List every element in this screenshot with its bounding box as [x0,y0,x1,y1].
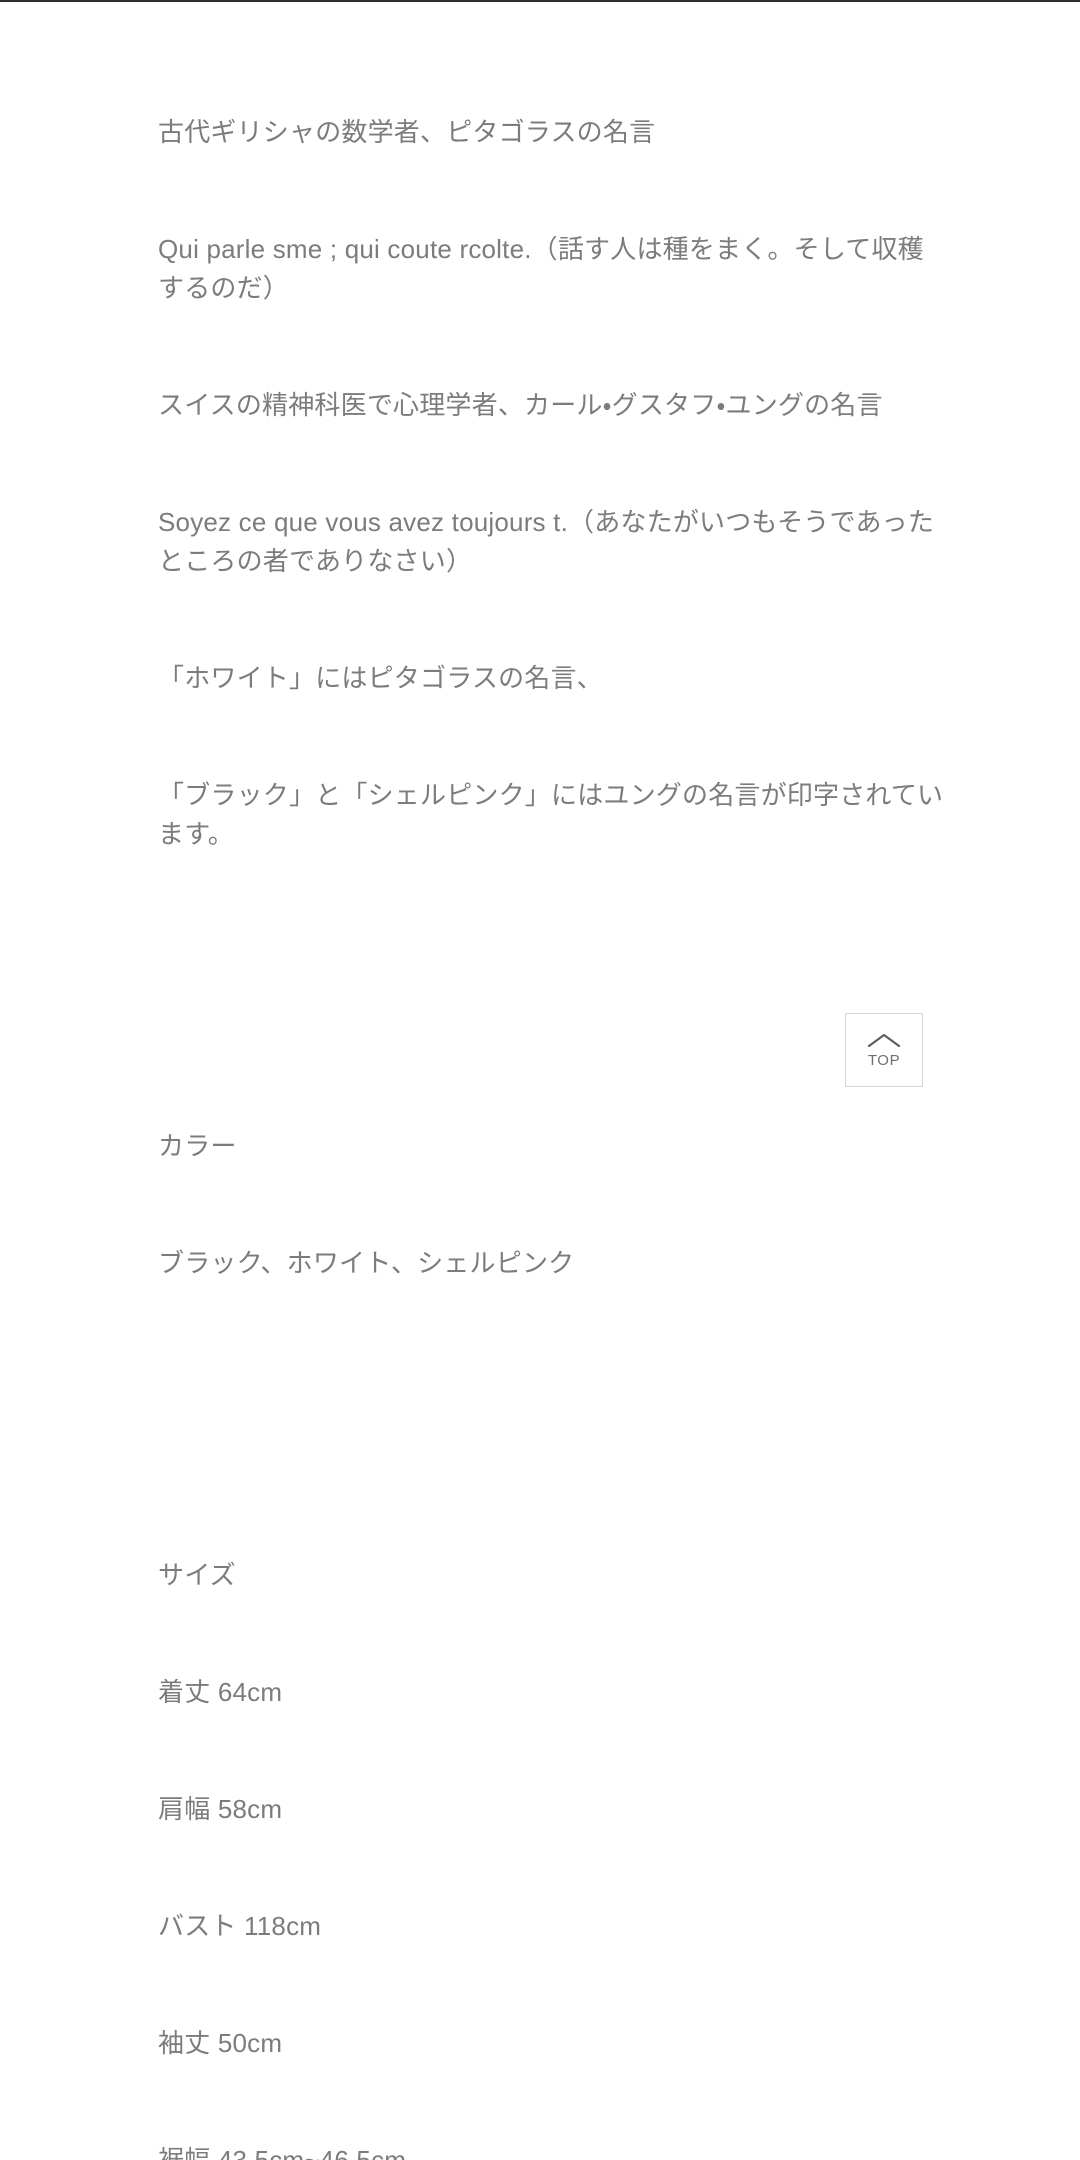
back-to-top-label: TOP [867,1051,901,1069]
size-measurement-bust: バスト 118cm [158,1911,322,1941]
print-note-white-line: 「ホワイト」にはピタゴラスの名言、 [158,663,603,693]
pythagoras-attribution-line: 古代ギリシャの数学者、ピタゴラスの名言 [158,117,656,147]
spacer-before-color [158,971,948,1010]
color-section-heading: カラー [158,1131,237,1161]
product-description-page: 古代ギリシャの数学者、ピタゴラスの名言 Qui parle sme ; qui … [0,0,1080,2160]
pythagoras-quote-line: Qui parle sme ; qui coute rcolte.（話す人は種を… [158,234,924,303]
size-measurement-hem-width: 裾幅 43.5cm~46.5cm [158,2145,407,2160]
back-to-top-button[interactable]: TOP [845,1013,923,1087]
size-measurement-shoulder-width: 肩幅 58cm [158,1794,283,1824]
jung-quote-line: Soyez ce que vous avez toujours t.（あなたがい… [158,507,935,576]
chevron-up-icon [867,1032,901,1048]
color-section-values: ブラック、ホワイト、シェルピンク [158,1248,575,1278]
jung-attribution-line: スイスの精神科医で心理学者、カール・グスタフ・ユングの名言 [158,390,883,420]
spacer-before-size [158,1400,948,1439]
size-measurement-body-length: 着丈 64cm [158,1677,283,1707]
description-body: 古代ギリシャの数学者、ピタゴラスの名言 Qui parle sme ; qui … [158,0,948,2160]
print-note-black-pink-line: 「ブラック」と「シェルピンク」にはユングの名言が印字されています。 [158,780,944,849]
size-section-heading: サイズ [158,1560,236,1590]
size-measurement-sleeve-length: 袖丈 50cm [158,2028,283,2058]
